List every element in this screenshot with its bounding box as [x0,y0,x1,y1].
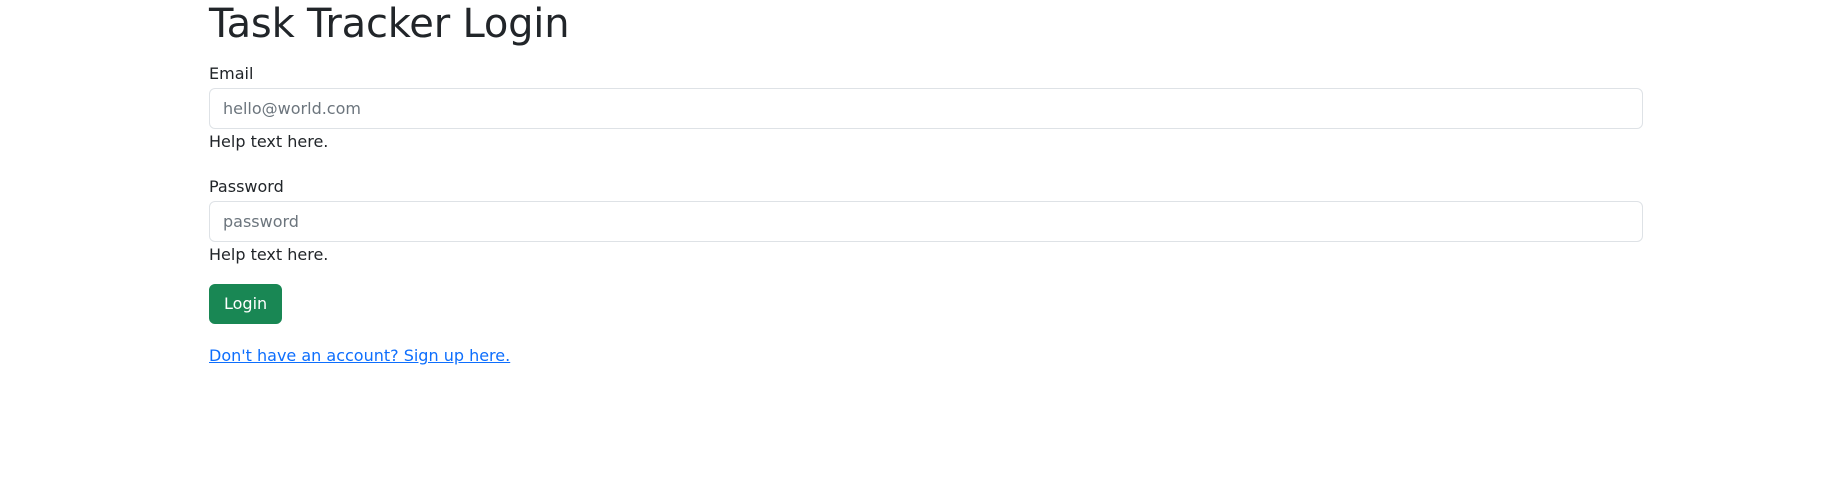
email-label: Email [209,64,254,83]
login-form: Email Help text here. Password Help text… [209,62,1643,368]
signup-link[interactable]: Don't have an account? Sign up here. [209,346,510,365]
page-title: Task Tracker Login [209,1,570,47]
password-help-text: Help text here. [209,245,329,264]
password-label: Password [209,177,284,196]
login-container: Task Tracker Login Email Help text here.… [209,0,1643,368]
submit-row: Login [209,284,1643,324]
email-help-text: Help text here. [209,132,329,151]
email-field[interactable] [209,88,1643,129]
login-button[interactable]: Login [209,284,283,324]
password-group: Password Help text here. [209,175,1643,267]
password-field[interactable] [209,201,1643,242]
signup-row: Don't have an account? Sign up here. [209,344,1643,368]
email-group: Email Help text here. [209,62,1643,154]
